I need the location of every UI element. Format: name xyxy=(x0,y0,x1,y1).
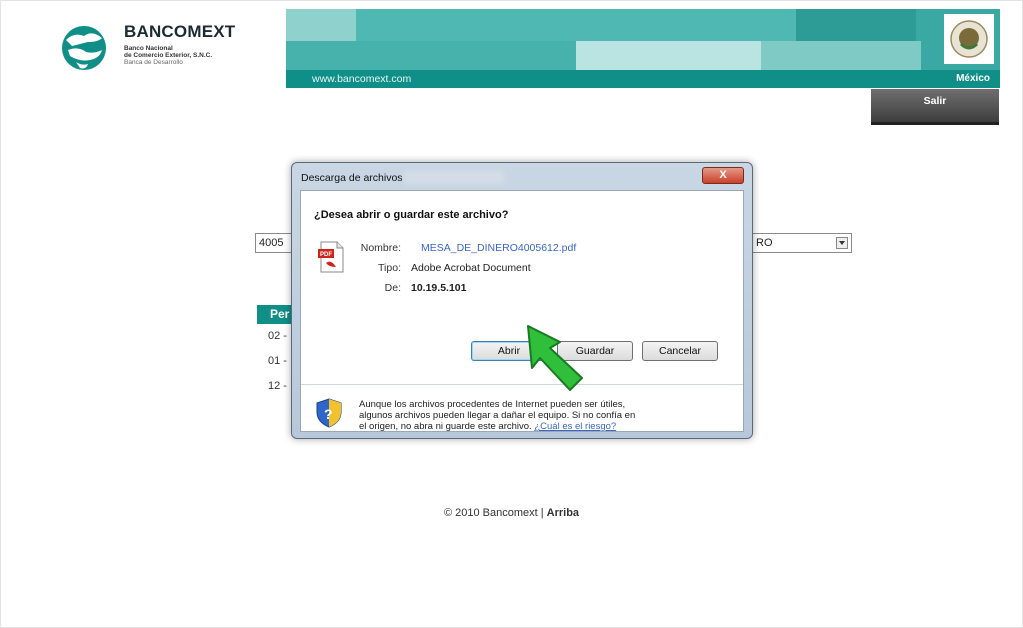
brand-title: BANCOMEXT xyxy=(124,22,236,41)
svg-text:?: ? xyxy=(324,406,333,422)
logout-label: Salir xyxy=(923,95,947,107)
close-icon: X xyxy=(719,169,727,181)
type-label: Tipo: xyxy=(378,262,401,274)
banner-block xyxy=(796,9,916,41)
period-row[interactable]: 01 - xyxy=(268,355,287,367)
copyright-text: © 2010 Bancomext | xyxy=(443,507,547,519)
banner-block xyxy=(576,41,761,70)
logout-button[interactable]: Salir xyxy=(871,89,999,125)
account-select[interactable]: 4005 xyxy=(255,233,295,253)
document-select-value: RO xyxy=(756,237,773,249)
globe-logo-icon xyxy=(62,26,106,70)
mexico-seal-icon xyxy=(944,14,994,64)
name-label: Nombre: xyxy=(360,242,401,254)
dialog-titlebar[interactable]: Descarga de archivos X xyxy=(292,163,752,189)
file-name-link[interactable]: MESA_DE_DINERO4005612.pdf xyxy=(421,242,576,254)
banner-block xyxy=(761,41,921,70)
brand-subtitle-1: Banco Nacional xyxy=(124,45,173,52)
period-column-header: Per xyxy=(257,305,293,324)
chevron-down-icon[interactable] xyxy=(836,237,848,249)
blurred-filename xyxy=(404,171,504,184)
period-row[interactable]: 02 - xyxy=(268,330,287,342)
country-label: México xyxy=(956,73,990,84)
warning-line-1: Aunque los archivos procedentes de Inter… xyxy=(359,399,626,410)
bancomext-logo[interactable]: BANCOMEXT Banco Nacional de Comercio Ext… xyxy=(58,22,258,82)
footer: © 2010 Bancomext | Arriba xyxy=(0,507,1023,519)
dialog-question: ¿Desea abrir o guardar este archivo? xyxy=(314,209,509,221)
account-select-value: 4005 xyxy=(259,237,284,249)
security-warning: Aunque los archivos procedentes de Inter… xyxy=(359,399,679,432)
period-header-label: Per xyxy=(270,307,290,321)
file-type-value: Adobe Acrobat Document xyxy=(411,262,531,274)
security-shield-icon: ? xyxy=(316,398,342,428)
document-select[interactable]: RO xyxy=(752,233,852,253)
brand-subtitle-3: Banca de Desarrollo xyxy=(124,59,183,66)
period-row[interactable]: 12 - xyxy=(268,380,287,392)
brand-subtitle-2: de Comercio Exterior, S.N.C. xyxy=(124,52,213,59)
url-bar: www.bancomext.com México xyxy=(286,70,1000,88)
from-label: De: xyxy=(384,282,401,294)
banner-block xyxy=(286,9,356,41)
dialog-title: Descarga de archivos xyxy=(301,172,403,184)
source-host-value: 10.19.5.101 xyxy=(411,282,467,294)
site-url[interactable]: www.bancomext.com xyxy=(312,73,411,85)
warning-line-2: algunos archivos pueden llegar a dañar e… xyxy=(359,410,636,421)
green-pointer-arrow-icon xyxy=(527,325,583,391)
banner-block xyxy=(356,9,796,41)
banner-block xyxy=(286,41,576,70)
close-button[interactable]: X xyxy=(702,167,744,184)
risk-info-link[interactable]: ¿Cuál es el riesgo? xyxy=(534,421,616,432)
back-to-top-link[interactable]: Arriba xyxy=(547,507,579,519)
cancel-button[interactable]: Cancelar xyxy=(642,341,718,361)
warning-line-3: el origen, no abra ni guarde este archiv… xyxy=(359,421,532,432)
